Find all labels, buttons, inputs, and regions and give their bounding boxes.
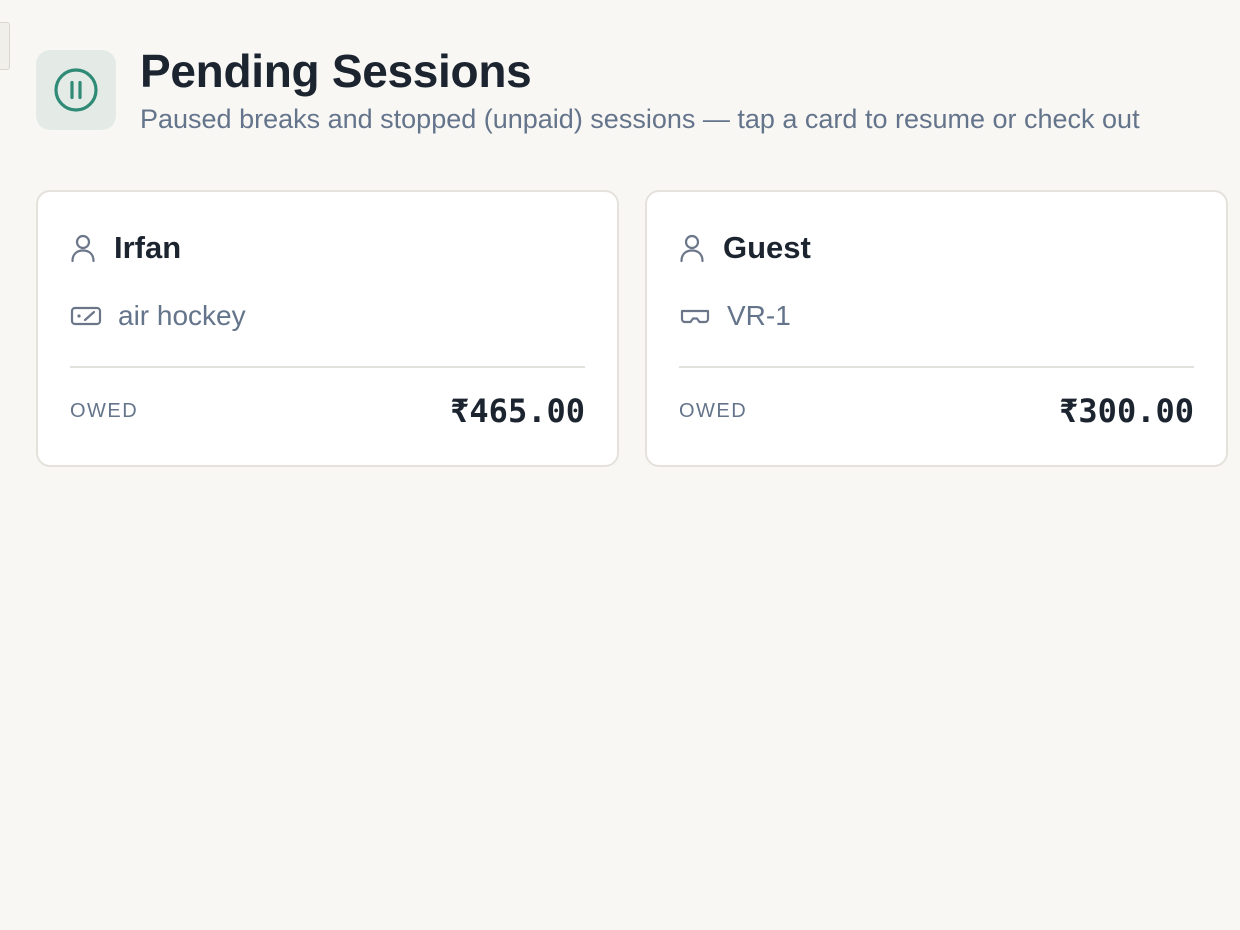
- station-name: air hockey: [118, 300, 246, 331]
- page-subtitle: Paused breaks and stopped (unpaid) sessi…: [140, 104, 1140, 134]
- customer-name: Irfan: [114, 230, 182, 265]
- session-card[interactable]: Irfan air hockey OWED ₹465.00: [36, 190, 619, 467]
- page-title: Pending Sessions: [140, 45, 532, 97]
- owed-row: OWED ₹300.00: [679, 392, 1194, 430]
- pending-session-list: Irfan air hockey OWED ₹465.00 Guest VR-1…: [36, 190, 1228, 467]
- owed-amount: ₹465.00: [450, 392, 585, 430]
- owed-label: OWED: [679, 399, 748, 422]
- owed-label: OWED: [70, 399, 139, 422]
- user-icon: [679, 233, 707, 263]
- customer-row: Guest: [679, 230, 1194, 266]
- ticket-icon: [70, 304, 102, 328]
- owed-row: OWED ₹465.00: [70, 392, 585, 430]
- station-name: VR-1: [727, 300, 791, 331]
- owed-amount: ₹300.00: [1059, 392, 1194, 430]
- station-row: VR-1: [679, 298, 1194, 334]
- card-divider: [679, 366, 1194, 368]
- customer-name: Guest: [723, 230, 811, 265]
- header-icon-container: [36, 50, 116, 130]
- card-divider: [70, 366, 585, 368]
- header-text: Pending Sessions Paused breaks and stopp…: [140, 44, 1240, 136]
- session-card[interactable]: Guest VR-1 OWED ₹300.00: [645, 190, 1228, 467]
- customer-row: Irfan: [70, 230, 585, 266]
- sidebar-edge-handle[interactable]: [0, 22, 10, 70]
- station-row: air hockey: [70, 298, 585, 334]
- user-icon: [70, 233, 98, 263]
- pause-circle-icon: [54, 68, 98, 112]
- vr-headset-icon: [679, 304, 711, 328]
- page-header: Pending Sessions Paused breaks and stopp…: [36, 44, 1240, 136]
